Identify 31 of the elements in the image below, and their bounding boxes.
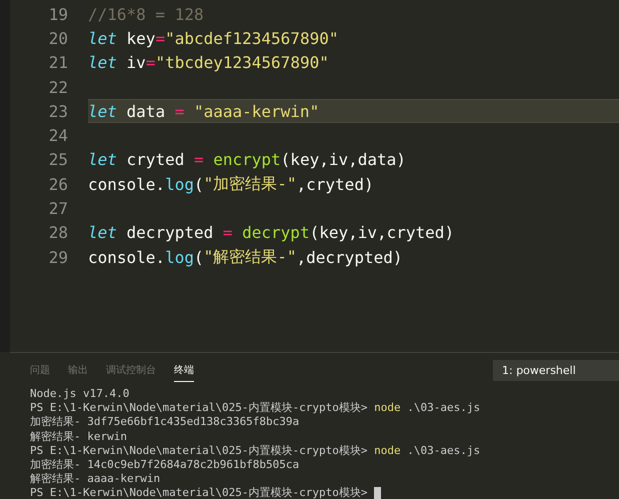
panel-tab[interactable]: 调试控制台 [106, 359, 156, 381]
terminal-line: 解密结果- kerwin [30, 430, 128, 444]
line-number: 20 [48, 28, 69, 48]
terminal-line: 加密结果- 14c0c9eb7f2684a78c2b961bf8b505ca [30, 458, 300, 472]
code-line: let key="abcdef1234567890" [88, 28, 340, 50]
terminal-line: PS E:\1-Kerwin\Node\material\025-内置模块-crypto模块> node .\03-aes.js [30, 444, 482, 458]
line-number: 25 [48, 150, 69, 170]
line-number: 29 [48, 248, 69, 267]
line-number: 19 [48, 4, 69, 24]
terminal-line: 解密结果- aaaa-kerwin [30, 472, 162, 486]
line-number: 28 [48, 223, 69, 242]
line-number: 24 [48, 126, 69, 146]
code-line: //16*8 = 128 [88, 4, 205, 26]
line-number: 21 [48, 53, 69, 72]
line-number: 23 [48, 102, 69, 121]
code-line: let decrypted = decrypt(key,iv,cryted) [88, 222, 456, 244]
code-line: console.log("解密结果-",decrypted) [88, 246, 404, 269]
code-line: let cryted = encrypt(key,iv,data) [88, 149, 407, 172]
line-number: 26 [48, 174, 69, 194]
code-line: let iv="tbcdey1234567890" [88, 52, 330, 74]
terminal-line: 加密结果- 3df75e66bf1c435ed138c3365f8bc39a [30, 415, 300, 430]
terminal-dropdown[interactable]: 1: powershell [493, 360, 619, 381]
line-number: 27 [48, 199, 69, 218]
panel-tab[interactable]: 终端 [174, 358, 194, 382]
terminal-line: Node.js v17.4.0 [30, 387, 130, 402]
line-number: 22 [48, 78, 69, 97]
panel-tab[interactable]: 输出 [68, 359, 88, 381]
code-line: console.log("加密结果-",cryted) [88, 172, 375, 196]
terminal-line: PS E:\1-Kerwin\Node\material\025-内置模块-crypto模块> node .\03-aes.js [30, 401, 482, 416]
terminal-line: PS E:\1-Kerwin\Node\material\025-内置模块-crypto模块> [30, 486, 619, 499]
panel-tab[interactable]: 问题 [30, 359, 50, 381]
